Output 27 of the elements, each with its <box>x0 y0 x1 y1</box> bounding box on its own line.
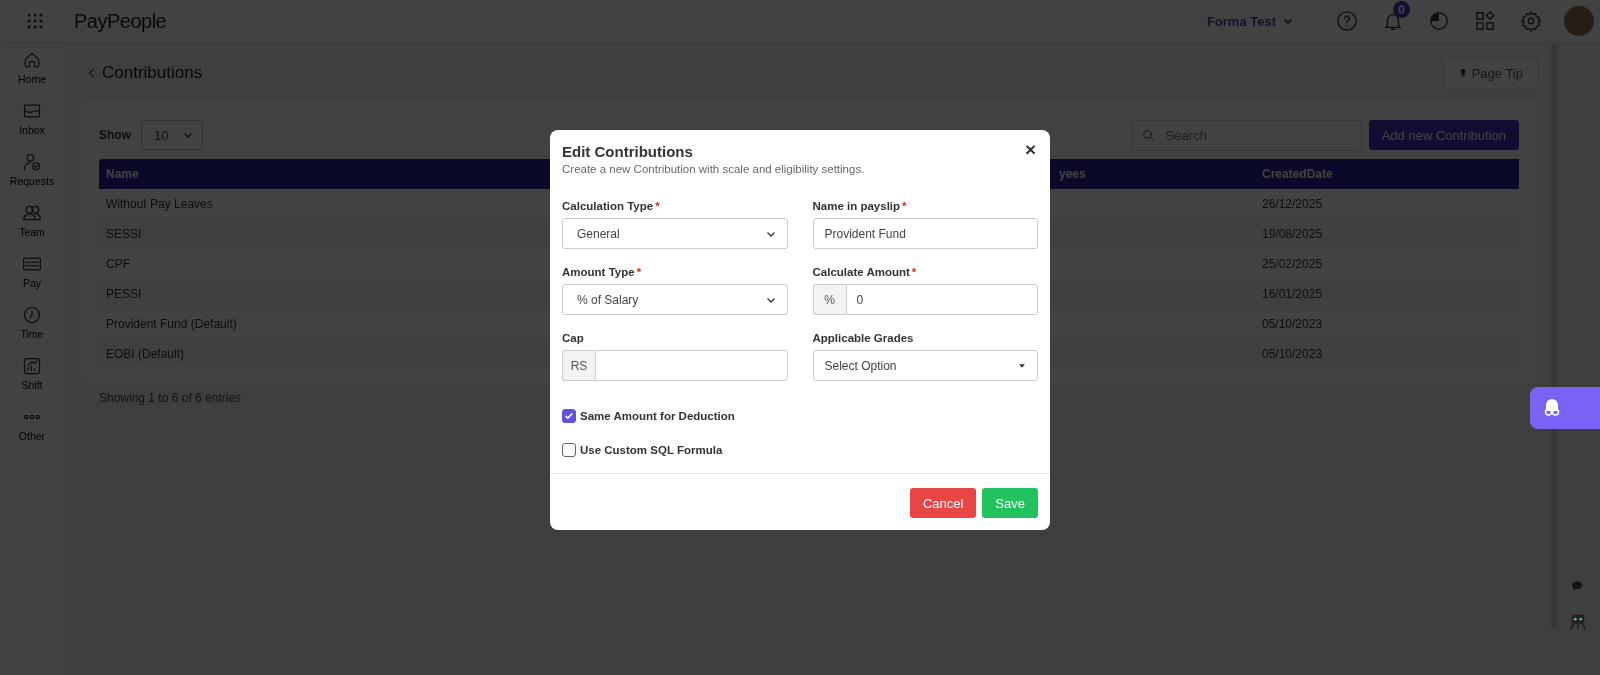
dropdown-field[interactable]: Select Option <box>812 350 1038 381</box>
page-title: Contributions <box>102 63 204 83</box>
checkbox[interactable] <box>562 409 576 423</box>
checkbox[interactable] <box>562 443 576 457</box>
dialog-subtitle: Create a new Contribution with scale and eligibility settings. <box>562 163 865 175</box>
dialog-title: Edit Contributions <box>562 143 693 160</box>
input-field[interactable]: Provident Fund <box>812 218 1038 249</box>
input-field[interactable] <box>595 350 788 381</box>
field-label: Calculate Amount * <box>812 266 917 278</box>
checkbox-label: Same Amount for Deduction <box>580 410 735 422</box>
logo: PayPeople <box>74 9 167 33</box>
field-label: Cap <box>562 332 584 344</box>
field-label: Applicable Grades <box>812 332 914 344</box>
check-icon <box>564 411 574 421</box>
field-label: Name in payslip * <box>812 200 907 212</box>
checkbox-label: Use Custom SQL Formula <box>580 444 723 456</box>
save-button[interactable]: Save <box>982 488 1038 518</box>
input-addon: % <box>812 284 846 315</box>
field-label: Calculation Type * <box>562 200 660 212</box>
close-button[interactable]: × <box>1024 140 1036 159</box>
assistant-button[interactable] <box>1530 387 1600 429</box>
field-label: Amount Type * <box>562 266 642 278</box>
input-field[interactable]: 0 <box>845 284 1038 315</box>
select-field[interactable]: General <box>562 218 788 249</box>
input-addon: RS <box>562 350 595 381</box>
select-field[interactable]: % of Salary <box>562 284 788 315</box>
cancel-button[interactable]: Cancel <box>909 488 977 518</box>
